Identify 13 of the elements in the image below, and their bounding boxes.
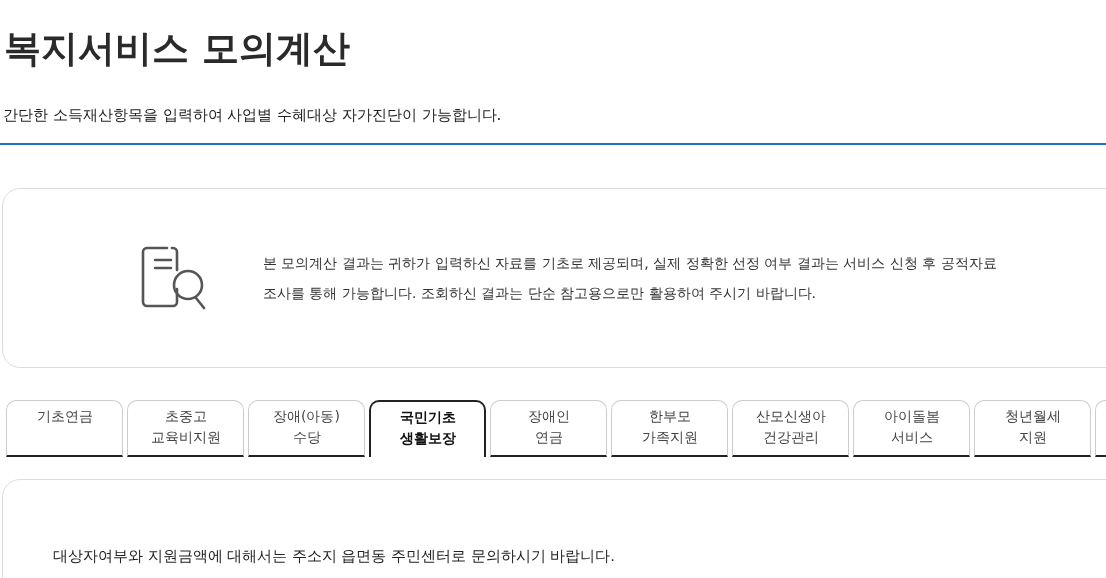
tab[interactable]: 국민기초 생활보장: [369, 400, 486, 457]
tab[interactable]: 기초연금: [6, 400, 123, 457]
tab[interactable]: 장애인 연금: [490, 400, 607, 457]
tab[interactable]: 산모신생아 건강관리: [732, 400, 849, 457]
tab[interactable]: 장애(아동) 수당: [248, 400, 365, 457]
content-text: 대상자여부와 지원금액에 대해서는 주소지 읍면동 주민센터로 문의하시기 바랍니다.: [53, 547, 616, 566]
tab[interactable]: 한부모 가족지원: [611, 400, 728, 457]
page-subtitle: 간단한 소득재산항목을 입력하여 사업별 수혜대상 자가진단이 가능합니다.: [3, 105, 503, 126]
tab[interactable]: 초중고 교육비지원: [127, 400, 244, 457]
page-title: 복지서비스 모의계산: [4, 26, 351, 72]
tab[interactable]: 청년월세 지원: [974, 400, 1091, 457]
notice-text: 본 모의계산 결과는 귀하가 입력하신 자료를 기초로 제공되며, 실제 정확한 선정 여부 결과는 서비스 신청 후 공적자료 조사를 통해 가능합니다. 조회하신 결과는 단순 참고용으로만 활용하여 주시기 바랍니다.: [263, 254, 997, 303]
tab[interactable]: 아이돌봄 서비스: [853, 400, 970, 457]
